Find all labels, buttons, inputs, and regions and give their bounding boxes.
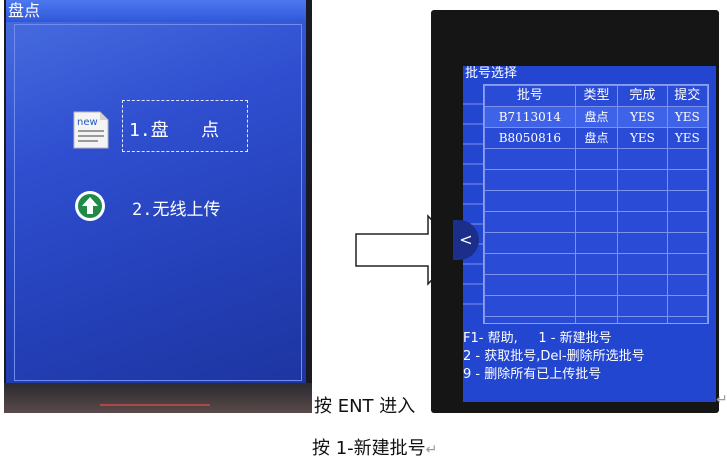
help-text: F1- 帮助, 1 - 新建批号 2 - 获取批号,Del-删除所选批号 9 -…: [463, 330, 645, 384]
right-device-photo: 批号选择 批号 类型 完成 提交 B7113014 盘点 YES YES B80…: [431, 10, 719, 413]
table-row-empty: [484, 274, 708, 296]
cell-batch-no: B8050816: [484, 127, 576, 149]
table-left-grid: [463, 103, 483, 305]
col-batch-no: 批号: [484, 85, 576, 107]
menu-item-inventory[interactable]: 1.盘 点: [122, 100, 248, 152]
table-row-empty: [484, 253, 708, 275]
col-type: 类型: [574, 85, 619, 107]
paragraph-return-icon: ↵: [425, 442, 438, 458]
upload-arrow-icon: [75, 191, 105, 221]
document-icon: new: [73, 111, 109, 149]
help-line-1: F1- 帮助, 1 - 新建批号: [463, 331, 612, 346]
device-red-strip: [100, 404, 210, 406]
menu-item-inventory-label: 1.盘 点: [129, 120, 220, 141]
caption-press-ent: 按 ENT 进入: [314, 396, 416, 417]
cell-type: 盘点: [574, 127, 619, 149]
table-row-empty: [484, 148, 708, 170]
cell-type: 盘点: [574, 106, 619, 128]
cell-submitted: YES: [666, 106, 708, 128]
batch-table: 批号 类型 完成 提交 B7113014 盘点 YES YES B8050816…: [483, 84, 709, 324]
table-row-empty: [484, 295, 708, 317]
help-line-3: 9 - 删除所有已上传批号: [463, 367, 602, 382]
cell-done: YES: [617, 106, 668, 128]
doc-icon-label: new: [77, 117, 98, 128]
caption-new-batch-text: 按 1-新建批号: [312, 438, 426, 459]
table-row-empty: [484, 316, 708, 323]
cell-submitted: YES: [666, 127, 708, 149]
table-header: 批号 类型 完成 提交: [484, 85, 708, 107]
caption-new-batch: 按 1-新建批号↵: [312, 434, 437, 460]
table-row[interactable]: B7113014 盘点 YES YES: [484, 106, 708, 128]
menu-item-wireless-upload[interactable]: 2.无线上传: [132, 195, 220, 220]
cell-done: YES: [617, 127, 668, 149]
table-row[interactable]: B8050816 盘点 YES YES: [484, 127, 708, 149]
col-done: 完成: [617, 85, 668, 107]
table-row-empty: [484, 190, 708, 212]
device-bezel-bottom: [4, 383, 312, 413]
table-row-empty: [484, 211, 708, 233]
left-device-screen: 盘点 new 1.盘 点 2.无线上传: [6, 0, 306, 383]
help-line-2: 2 - 获取批号,Del-删除所选批号: [463, 349, 645, 364]
table-row-empty: [484, 232, 708, 254]
col-submitted: 提交: [666, 85, 708, 107]
left-device-photo: 盘点 new 1.盘 点 2.无线上传: [4, 0, 312, 413]
cell-batch-no: B7113014: [484, 106, 576, 128]
right-device-screen: 批号选择 批号 类型 完成 提交 B7113014 盘点 YES YES B80…: [463, 66, 716, 402]
batch-select-title: 批号选择: [465, 66, 518, 81]
left-screen-title: 盘点: [6, 0, 306, 22]
paragraph-return-icon: ↵: [716, 392, 727, 408]
table-row-empty: [484, 169, 708, 191]
